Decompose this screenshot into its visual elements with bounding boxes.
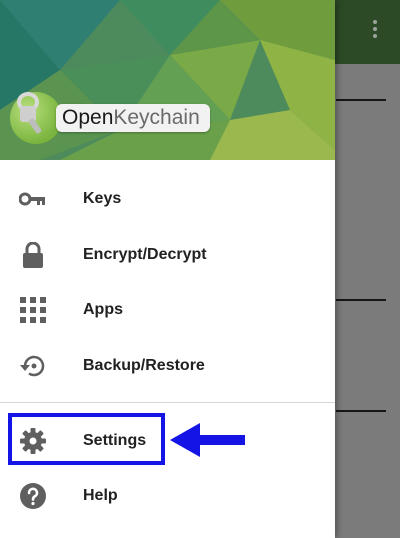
help-icon bbox=[19, 482, 47, 510]
drawer-divider bbox=[0, 402, 335, 403]
drawer-header: OpenKeychain bbox=[0, 0, 335, 160]
background-list-divider bbox=[336, 99, 386, 101]
drawer-item-apps[interactable]: Apps bbox=[0, 282, 335, 337]
logo-wordmark: OpenKeychain bbox=[56, 104, 210, 132]
logo-word-keychain: Keychain bbox=[113, 106, 200, 129]
drawer-item-encrypt-decrypt[interactable]: Encrypt/Decrypt bbox=[0, 227, 335, 282]
apps-grid-icon bbox=[19, 296, 47, 324]
drawer-item-label: Backup/Restore bbox=[83, 356, 205, 374]
pointer-arrow-icon bbox=[170, 423, 245, 457]
overflow-menu-icon[interactable] bbox=[370, 20, 380, 44]
background-list-divider bbox=[336, 410, 386, 412]
settings-highlight-box bbox=[8, 413, 165, 465]
drawer-item-keys[interactable]: Keys bbox=[0, 171, 335, 226]
backup-restore-icon bbox=[19, 352, 47, 380]
drawer-item-backup-restore[interactable]: Backup/Restore bbox=[0, 338, 335, 393]
logo-word-open: Open bbox=[62, 106, 114, 129]
drawer-item-label: Keys bbox=[83, 189, 122, 207]
drawer-item-label: Help bbox=[83, 486, 118, 504]
background-list-divider bbox=[336, 299, 386, 301]
logo-key-icon bbox=[17, 92, 42, 134]
drawer-item-help[interactable]: Help bbox=[0, 468, 335, 523]
drawer-item-label: Apps bbox=[83, 300, 123, 318]
key-icon bbox=[19, 185, 47, 213]
lock-icon bbox=[19, 241, 47, 269]
drawer-item-label: Encrypt/Decrypt bbox=[83, 245, 207, 263]
